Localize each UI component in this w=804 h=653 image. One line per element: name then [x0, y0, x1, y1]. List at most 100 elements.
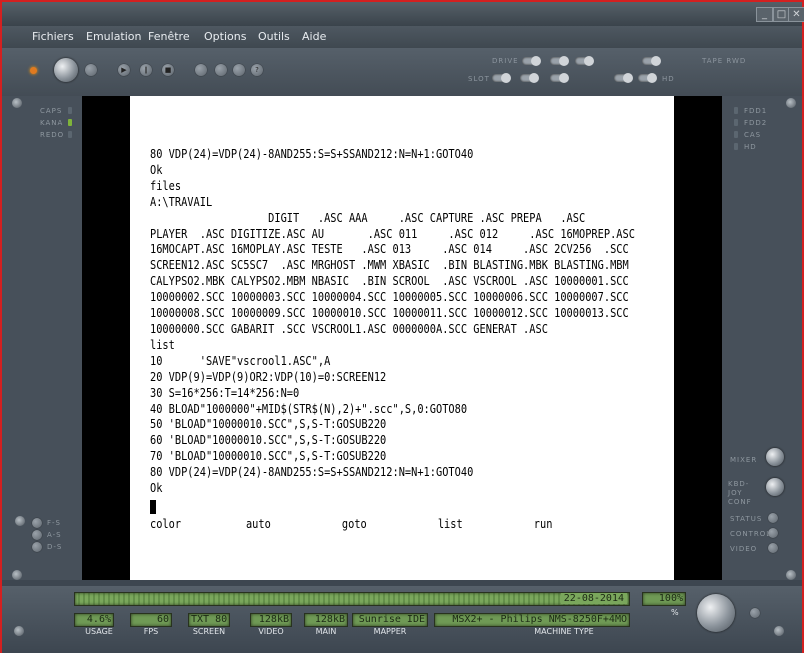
fkey-auto: auto — [245, 516, 271, 531]
caps-led — [68, 107, 72, 114]
mixer-knob[interactable] — [766, 448, 784, 466]
slot-3-switch[interactable] — [550, 73, 569, 83]
stop-icon[interactable]: ■ — [162, 64, 174, 76]
main-display: 128kB — [304, 613, 348, 627]
menu-outils[interactable]: Outils — [258, 30, 290, 43]
drive-b-switch[interactable] — [550, 56, 569, 66]
power-knob[interactable] — [54, 58, 78, 82]
left-panel: CAPS KANA REDO F-S A-S D-S — [2, 96, 82, 580]
volume-mute-button[interactable] — [750, 608, 760, 618]
machine-type-label: MACHINE TYPE — [534, 627, 594, 636]
mapper-display: Sunrise IDE — [352, 613, 428, 627]
kana-label: KANA — [40, 119, 64, 127]
status-button[interactable] — [768, 513, 778, 523]
mapper-label: MAPPER — [373, 627, 407, 636]
redo-led — [68, 131, 72, 138]
menu-fenetre[interactable]: Fenêtre — [148, 30, 190, 43]
volume-unit-label: % — [671, 608, 679, 617]
text-cursor — [150, 500, 156, 514]
cas-label: CAS — [744, 131, 762, 139]
settings-icon[interactable] — [215, 64, 227, 76]
fkey-goto: goto — [341, 516, 367, 531]
right-panel: FDD1 FDD2 CAS HD MIXER KBD-JOY CONF STAT… — [722, 96, 802, 580]
power-led — [30, 67, 37, 74]
ds-label: D-S — [47, 543, 63, 551]
help-icon[interactable]: ? — [251, 64, 263, 76]
fps-label: FPS — [143, 627, 159, 636]
slot-label: SLOT — [468, 75, 490, 83]
cas-led — [734, 131, 738, 138]
menu-aide[interactable]: Aide — [302, 30, 326, 43]
fps-display: 60 — [130, 613, 172, 627]
reset-button[interactable] — [85, 64, 97, 76]
control-button[interactable] — [768, 528, 778, 538]
caps-label: CAPS — [40, 107, 63, 115]
toolbar: ▶ ∥ ■ ? DRIVE TAPE RWD SLOT HD — [2, 48, 802, 96]
control-label: CONTROL — [730, 530, 772, 538]
screw-icon — [15, 516, 25, 526]
status-label: STATUS — [730, 515, 763, 523]
screw-icon — [14, 626, 24, 636]
menu-options[interactable]: Options — [204, 30, 246, 43]
drive-a-switch[interactable] — [522, 56, 541, 66]
ds-button[interactable] — [32, 542, 42, 552]
menu-emulation[interactable]: Emulation — [86, 30, 142, 43]
tape-switch[interactable] — [642, 56, 661, 66]
play-icon[interactable]: ▶ — [118, 64, 130, 76]
basic-screen-text: 80 VDP(24)=VDP(24)-8AND255:S=S+SSAND212:… — [150, 146, 635, 496]
machine-display: MSX2+ - Philips NMS-8250F+4MO — [434, 613, 630, 627]
kbd-joy-label: KBD-JOY CONF — [728, 480, 752, 506]
hd-2-switch[interactable] — [638, 73, 657, 83]
slot-2-switch[interactable] — [520, 73, 539, 83]
screen-display: TXT 80 — [188, 613, 230, 627]
emulator-window: _ □ ✕ Fichiers Emulation Fenêtre Options… — [0, 0, 804, 653]
hd-label: HD — [662, 75, 675, 83]
function-key-bar: color auto goto list run — [150, 516, 583, 531]
minimize-button[interactable]: _ — [756, 7, 773, 22]
video-button[interactable] — [768, 543, 778, 553]
screw-icon — [12, 570, 22, 580]
main-label: MAIN — [315, 627, 337, 636]
fdd1-label: FDD1 — [744, 107, 768, 115]
fdd2-led — [734, 119, 738, 126]
fkey-color: color — [150, 516, 182, 531]
video-label: VIDEO — [258, 627, 284, 636]
hd-led — [734, 143, 738, 150]
pause-icon[interactable]: ∥ — [140, 64, 152, 76]
disk-icon[interactable] — [195, 64, 207, 76]
redo-label: REDO — [40, 131, 65, 139]
video-label: VIDEO — [730, 545, 758, 553]
slot-1-switch[interactable] — [492, 73, 511, 83]
title-bar[interactable]: _ □ ✕ — [2, 2, 804, 26]
wrench-icon[interactable] — [233, 64, 245, 76]
menu-bar: Fichiers Emulation Fenêtre Options Outil… — [2, 26, 802, 48]
hd-1-switch[interactable] — [614, 73, 633, 83]
tape-rwd-label: TAPE RWD — [702, 57, 747, 65]
screw-icon — [786, 570, 796, 580]
drive-label: DRIVE — [492, 57, 519, 65]
as-button[interactable] — [32, 530, 42, 540]
hd-led-label: HD — [744, 143, 757, 151]
kbd-joy-knob[interactable] — [766, 478, 784, 496]
screen-label: SCREEN — [192, 627, 226, 636]
fkey-run: run — [533, 516, 553, 531]
drive-c-switch[interactable] — [575, 56, 594, 66]
menu-fichiers[interactable]: Fichiers — [32, 30, 74, 43]
fkey-list: list — [437, 516, 463, 531]
volume-display: 100% — [642, 592, 686, 606]
close-button[interactable]: ✕ — [788, 7, 804, 22]
usage-label: USAGE — [85, 627, 113, 636]
screw-icon — [786, 98, 796, 108]
kana-led — [68, 119, 72, 126]
screw-icon — [774, 626, 784, 636]
screw-icon — [12, 98, 22, 108]
fs-button[interactable] — [32, 518, 42, 528]
volume-knob[interactable] — [697, 594, 735, 632]
usage-display: 4.6% — [74, 613, 114, 627]
date-display: 22-08-2014 — [74, 592, 630, 606]
fs-label: F-S — [47, 519, 61, 527]
video-display: 128kB — [250, 613, 292, 627]
fdd2-label: FDD2 — [744, 119, 768, 127]
emulator-display[interactable]: 80 VDP(24)=VDP(24)-8AND255:S=S+SSAND212:… — [130, 96, 674, 580]
as-label: A-S — [47, 531, 62, 539]
